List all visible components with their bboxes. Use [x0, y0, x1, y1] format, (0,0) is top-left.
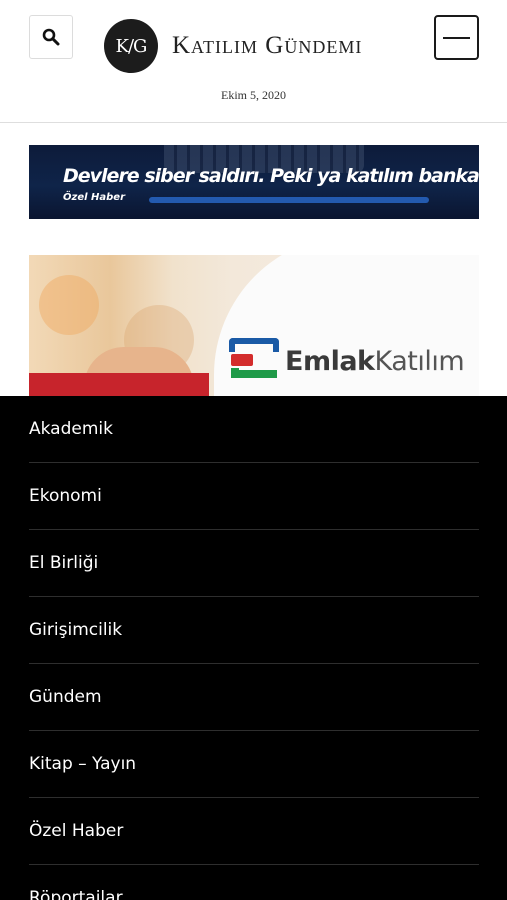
site-logo[interactable]: K/G Katılım Gündemi [104, 19, 362, 73]
site-title: Katılım Gündemi [172, 32, 363, 59]
brand-text-light: Katılım [374, 345, 465, 377]
nav-item-akademik[interactable]: Akademik [29, 396, 479, 463]
brand-text-bold: Emlak [285, 345, 375, 377]
nav-item-roportajlar[interactable]: Röportajlar [29, 865, 479, 900]
banner-title: Devlere siber saldırı. Peki ya katılım b… [63, 165, 479, 187]
search-button[interactable] [29, 15, 73, 59]
current-date: Ekim 5, 2020 [221, 88, 286, 102]
background-bokeh [39, 275, 99, 335]
emlak-katilim-logo: EmlakKatılım [229, 338, 465, 384]
house-logo-icon [229, 338, 279, 384]
site-header: K/G Katılım Gündemi Ekim 5, 2020 [0, 0, 507, 123]
menu-toggle-button[interactable] [434, 15, 479, 60]
banner-glow [149, 197, 429, 203]
featured-banner[interactable]: Devlere siber saldırı. Peki ya katılım b… [29, 145, 479, 219]
nav-item-kitap-yayin[interactable]: Kitap – Yayın [29, 731, 479, 798]
logo-badge: K/G [104, 19, 158, 73]
nav-item-ekonomi[interactable]: Ekonomi [29, 463, 479, 530]
hamburger-icon [443, 36, 470, 39]
banner-subtitle: Özel Haber [63, 192, 126, 203]
brand-text: EmlakKatılım [285, 345, 465, 377]
nav-item-el-birligi[interactable]: El Birliği [29, 530, 479, 597]
search-icon [42, 28, 60, 46]
nav-item-gundem[interactable]: Gündem [29, 664, 479, 731]
nav-item-ozel-haber[interactable]: Özel Haber [29, 798, 479, 865]
nav-item-girisimcilik[interactable]: Girişimcilik [29, 597, 479, 664]
navigation-menu: Akademik Ekonomi El Birliği Girişimcilik… [0, 396, 507, 900]
article-image[interactable]: EmlakKatılım [29, 255, 479, 405]
